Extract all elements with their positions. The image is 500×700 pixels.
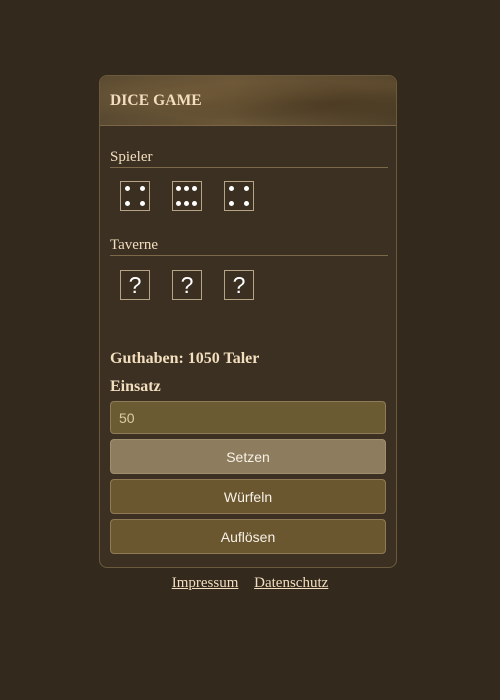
stake-label: Einsatz [110, 378, 161, 395]
pip [140, 201, 145, 206]
pip [184, 186, 189, 191]
pip [184, 201, 189, 206]
pip [176, 201, 181, 206]
privacy-link[interactable]: Datenschutz [254, 575, 328, 591]
pip [229, 186, 234, 191]
footer-links: Impressum Datenschutz [0, 575, 500, 592]
pip [229, 201, 234, 206]
pip [125, 186, 130, 191]
tavern-die-2: ? [172, 270, 202, 300]
balance-text: Guthaben: 1050 Taler [110, 350, 260, 367]
player-section-label: Spieler [110, 148, 388, 168]
player-die-1 [120, 181, 150, 211]
tavern-die-1: ? [120, 270, 150, 300]
pip [244, 186, 249, 191]
game-title: DICE GAME [110, 92, 202, 109]
tavern-die-3: ? [224, 270, 254, 300]
pip [140, 186, 145, 191]
stake-input[interactable] [110, 401, 386, 434]
dice-game-card: DICE GAME Spieler Taverne ? ? ? Guthaben… [99, 75, 397, 568]
card-header: DICE GAME [100, 76, 396, 126]
set-button[interactable]: Setzen [110, 439, 386, 474]
imprint-link[interactable]: Impressum [172, 575, 239, 591]
player-die-2 [172, 181, 202, 211]
pip [192, 186, 197, 191]
pip [176, 186, 181, 191]
resolve-button[interactable]: Auflösen [110, 519, 386, 554]
roll-button[interactable]: Würfeln [110, 479, 386, 514]
pip [244, 201, 249, 206]
pip [192, 201, 197, 206]
tavern-section-label: Taverne [110, 236, 388, 256]
pip [125, 201, 130, 206]
player-die-3 [224, 181, 254, 211]
